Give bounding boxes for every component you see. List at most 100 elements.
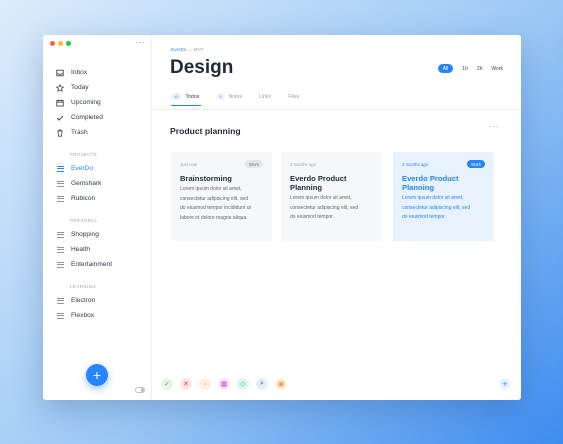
window-controls bbox=[50, 41, 71, 46]
task-card-product-planning[interactable]: 3 months ago Everdo Product Planning Lor… bbox=[281, 152, 382, 241]
close-window-button[interactable] bbox=[50, 41, 55, 46]
star-icon bbox=[55, 83, 65, 93]
filter-work[interactable]: Work bbox=[491, 66, 503, 72]
section-title-learning: LEARNING bbox=[70, 284, 97, 289]
section-title-projects: PROJECTS bbox=[70, 152, 98, 157]
sidebar-item-shopping[interactable]: Shopping bbox=[55, 227, 147, 242]
card-description: Lorem ipsum dolor sit amet, consectetur … bbox=[180, 186, 251, 221]
sidebar-nav: Inbox Today Upcoming Completed Trash PRO… bbox=[55, 65, 147, 323]
sidebar-item-trash[interactable]: Trash bbox=[55, 125, 147, 140]
archive-icon: ▣ bbox=[277, 381, 285, 388]
check-action-button[interactable]: ✓ bbox=[161, 378, 173, 390]
app-window: ··· Inbox Today Upcoming Completed Trash… bbox=[43, 35, 521, 400]
card-timestamp: 3 months ago bbox=[290, 162, 317, 167]
minimize-window-button[interactable] bbox=[58, 41, 63, 46]
search-action-button[interactable]: ⌕ bbox=[256, 378, 268, 390]
archive-action-button[interactable]: ▣ bbox=[275, 378, 287, 390]
sidebar-item-inbox[interactable]: Inbox bbox=[55, 65, 147, 80]
filter-2h[interactable]: 2h bbox=[477, 66, 483, 72]
card-timestamp: 3 months ago bbox=[402, 162, 429, 167]
forward-action-button[interactable]: › bbox=[199, 378, 211, 390]
list-icon bbox=[55, 194, 65, 204]
tab-label: Notes bbox=[228, 93, 243, 100]
sidebar-more-icon[interactable]: ··· bbox=[135, 37, 146, 47]
sidebar-item-completed[interactable]: Completed bbox=[55, 110, 147, 125]
forward-icon: › bbox=[203, 380, 207, 388]
sidebar-item-everdo[interactable]: EverDo bbox=[55, 161, 147, 176]
tab-label: Todos bbox=[185, 93, 200, 100]
card-tag-badge: Work bbox=[245, 160, 263, 168]
tabs-divider bbox=[152, 109, 521, 110]
add-task-button[interactable]: + bbox=[86, 364, 108, 386]
action-toolbar: ✓ ✕ › ▦ ◇ ⌕ ▣ bbox=[161, 378, 287, 390]
sidebar-item-label: Upcoming bbox=[71, 99, 101, 106]
main-content: EverDo → MVP Design All 1h 2h Work 10 To… bbox=[152, 35, 521, 400]
list-icon bbox=[55, 179, 65, 189]
calendar-icon bbox=[55, 98, 65, 108]
calendar-action-button[interactable]: ▦ bbox=[218, 378, 230, 390]
sidebar-item-label: Inbox bbox=[71, 69, 88, 76]
sidebar-item-label: Shopping bbox=[71, 231, 99, 238]
tab-count: 10 bbox=[171, 93, 182, 100]
sidebar-item-health[interactable]: Health bbox=[55, 242, 147, 257]
tab-notes[interactable]: 3 Notes bbox=[216, 93, 242, 100]
breadcrumb: EverDo → MVP bbox=[171, 47, 203, 52]
sidebar-item-flexbox[interactable]: Flexbox bbox=[55, 308, 147, 323]
sidebar-item-label: Trash bbox=[71, 129, 88, 136]
sidebar-item-label: EverDo bbox=[71, 165, 93, 172]
card-timestamp: Just now bbox=[180, 162, 197, 167]
check-icon bbox=[55, 113, 65, 123]
sidebar-item-gemshark[interactable]: Gemshark bbox=[55, 176, 147, 191]
task-card-brainstorming[interactable]: Just now Work Brainstorming Lorem ipsum … bbox=[171, 152, 272, 241]
breadcrumb-separator: → bbox=[187, 47, 193, 52]
tab-files[interactable]: Files bbox=[288, 93, 299, 100]
sidebar-item-label: Completed bbox=[71, 114, 103, 121]
sidebar-item-upcoming[interactable]: Upcoming bbox=[55, 95, 147, 110]
card-tag-badge: Work bbox=[467, 160, 485, 168]
breadcrumb-current: MVP bbox=[193, 47, 204, 52]
check-icon: ✓ bbox=[164, 381, 170, 388]
close-action-button[interactable]: ✕ bbox=[180, 378, 192, 390]
section-more-icon[interactable]: ··· bbox=[489, 121, 500, 131]
tab-label: Files bbox=[288, 93, 300, 100]
add-item-button[interactable]: + bbox=[499, 378, 511, 390]
tab-count: 3 bbox=[216, 93, 225, 100]
task-card-product-planning-selected[interactable]: 3 months ago Work Everdo Product Plannin… bbox=[393, 152, 494, 241]
sidebar-item-label: Today bbox=[71, 84, 89, 91]
tag-action-button[interactable]: ◇ bbox=[237, 378, 249, 390]
sidebar-item-today[interactable]: Today bbox=[55, 80, 147, 95]
card-title: Brainstorming bbox=[180, 174, 232, 183]
filter-all[interactable]: All bbox=[437, 64, 454, 73]
sidebar-item-rubicon[interactable]: Rubicon bbox=[55, 191, 147, 206]
list-icon bbox=[55, 230, 65, 240]
list-icon bbox=[55, 296, 65, 306]
breadcrumb-project-link[interactable]: EverDo bbox=[171, 47, 186, 52]
tab-links[interactable]: Links bbox=[259, 93, 271, 100]
sidebar-item-label: Gemshark bbox=[71, 180, 102, 187]
active-tab-indicator bbox=[171, 105, 201, 106]
sidebar-item-entertainment[interactable]: Entertainment bbox=[55, 257, 147, 272]
calendar-icon: ▦ bbox=[220, 381, 228, 388]
maximize-window-button[interactable] bbox=[66, 41, 71, 46]
tab-label: Links bbox=[259, 93, 272, 100]
tag-icon: ◇ bbox=[240, 381, 246, 388]
search-icon: ⌕ bbox=[260, 380, 264, 387]
sidebar: ··· Inbox Today Upcoming Completed Trash… bbox=[43, 35, 152, 400]
close-icon: ✕ bbox=[183, 381, 189, 388]
sidebar-item-label: Health bbox=[71, 246, 91, 253]
list-icon bbox=[55, 311, 65, 321]
sidebar-item-label: Rubicon bbox=[71, 195, 96, 202]
content-tabs: 10 Todos 3 Notes Links Files bbox=[171, 93, 299, 100]
inbox-icon bbox=[55, 68, 65, 78]
card-title: Everdo Product Planning bbox=[402, 174, 459, 192]
section-title-personal: PERSONAL bbox=[70, 218, 98, 223]
toggle-icon[interactable] bbox=[135, 387, 145, 393]
page-title: Design bbox=[170, 57, 234, 78]
sidebar-item-label: Electron bbox=[71, 297, 96, 304]
filter-1h[interactable]: 1h bbox=[462, 66, 468, 72]
sidebar-item-label: Entertainment bbox=[71, 261, 113, 268]
sidebar-item-label: Flexbox bbox=[71, 312, 95, 319]
tab-todos[interactable]: 10 Todos bbox=[171, 93, 199, 100]
time-filters: All 1h 2h Work bbox=[437, 64, 503, 73]
sidebar-item-electron[interactable]: Electron bbox=[55, 293, 147, 308]
